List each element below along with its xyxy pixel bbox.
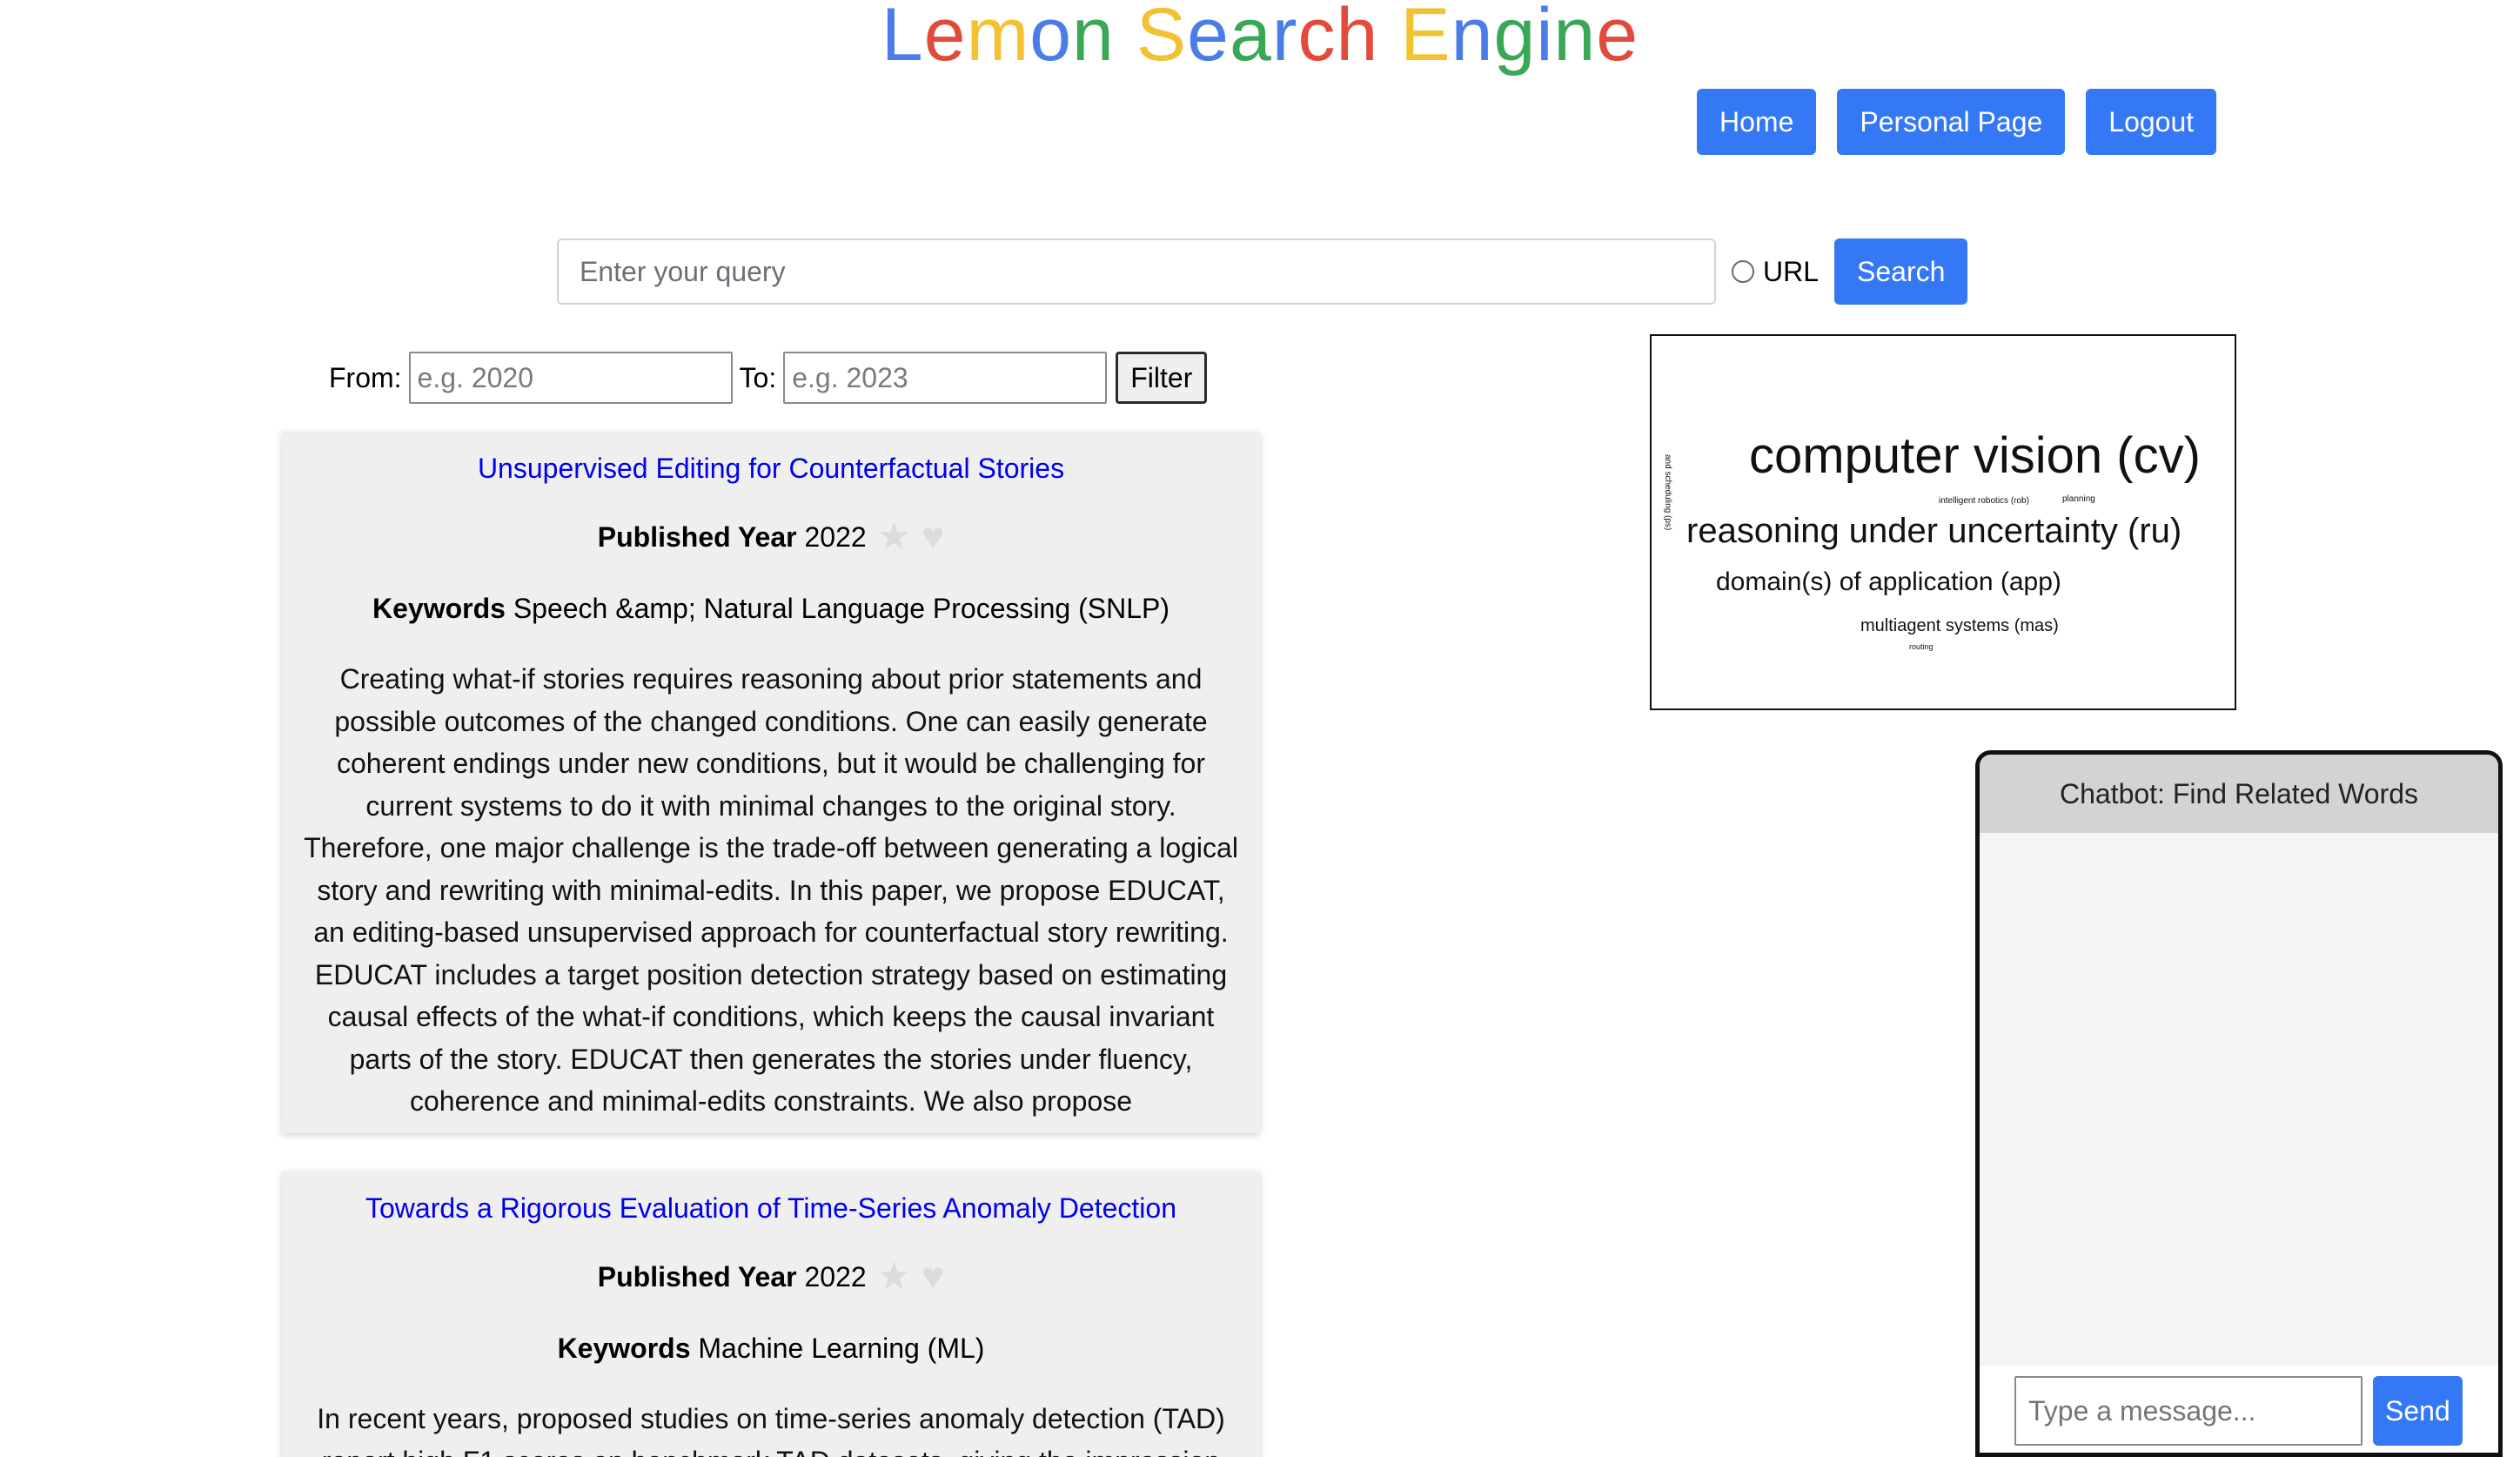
url-label: URL <box>1763 255 1820 287</box>
year-filter: From: To: Filter <box>329 352 1208 404</box>
word-cloud: computer vision (cv) reasoning under unc… <box>1650 334 2236 710</box>
logo-letter <box>1115 0 1136 77</box>
star-icon[interactable]: ★ <box>877 1258 911 1296</box>
heart-icon[interactable]: ♥ <box>922 518 944 556</box>
chat-messages <box>1980 833 2498 1366</box>
logo-letter: e <box>1596 0 1639 77</box>
search-input[interactable] <box>557 238 1716 305</box>
url-radio[interactable] <box>1732 260 1754 283</box>
heart-icon[interactable]: ♥ <box>922 1258 944 1296</box>
search-button[interactable]: Search <box>1834 238 1968 305</box>
published-year-row: Published Year 2022 ★ ♥ <box>301 518 1241 556</box>
result-title-link[interactable]: Towards a Rigorous Evaluation of Time-Se… <box>301 1192 1241 1225</box>
logo-letter: n <box>1072 0 1115 77</box>
word-cloud-term: and scheduling (ps) <box>1663 454 1672 531</box>
chatbot-panel: Chatbot: Find Related Words Send <box>1975 750 2503 1457</box>
star-icon[interactable]: ★ <box>877 518 911 556</box>
chat-input-bar: Send <box>1980 1366 2498 1453</box>
personal-page-button[interactable]: Personal Page <box>1837 89 2066 155</box>
published-year-label: Published Year <box>597 1260 797 1292</box>
abstract-text: Creating what-if stories requires reason… <box>304 663 1238 1117</box>
logo-letter <box>1378 0 1400 77</box>
word-cloud-term: intelligent robotics (rob) <box>1939 496 2029 506</box>
logo-letter: i <box>1536 0 1554 77</box>
page: Lemon Search Engine Home Personal Page L… <box>0 0 2520 1457</box>
chat-message-input[interactable] <box>2014 1376 2362 1446</box>
filter-button[interactable]: Filter <box>1116 352 1208 404</box>
from-year-input[interactable] <box>408 352 733 404</box>
url-option[interactable]: URL <box>1732 256 1819 288</box>
logout-button[interactable]: Logout <box>2086 89 2217 155</box>
send-button[interactable]: Send <box>2373 1376 2463 1446</box>
keywords-label: Keywords <box>557 1333 691 1364</box>
keywords-row: Keywords Machine Learning (ML) <box>301 1333 1241 1365</box>
logo-letter: c <box>1297 0 1337 77</box>
abstract-text: In recent years, proposed studies on tim… <box>317 1403 1225 1457</box>
published-year-row: Published Year 2022 ★ ♥ <box>301 1258 1241 1296</box>
logo-letter: n <box>1451 0 1494 77</box>
keywords-row: Keywords Speech &amp; Natural Language P… <box>301 593 1241 625</box>
site-logo: Lemon Search Engine <box>0 0 2520 78</box>
logo-letter: m <box>966 0 1030 77</box>
word-cloud-term: routing <box>1909 642 1934 651</box>
word-cloud-term: computer vision (cv) <box>1749 427 2201 484</box>
word-cloud-term: reasoning under uncertainty (ru) <box>1686 512 2182 550</box>
word-cloud-term: planning <box>2062 494 2095 504</box>
logo-letter: r <box>1271 0 1298 77</box>
logo-letter: h <box>1336 0 1379 77</box>
word-cloud-term: multiagent systems (mas) <box>1860 616 2059 635</box>
word-cloud-term: domain(s) of application (app) <box>1716 567 2061 596</box>
keywords-value: Speech &amp; Natural Language Processing… <box>513 593 1170 624</box>
published-year: 2022 <box>804 1260 867 1292</box>
chatbot-title: Chatbot: Find Related Words <box>1980 755 2498 833</box>
logo-letter: e <box>1187 0 1230 77</box>
published-year-label: Published Year <box>597 520 797 553</box>
to-label: To: <box>739 361 777 393</box>
home-button[interactable]: Home <box>1697 89 1817 155</box>
to-year-input[interactable] <box>783 352 1108 404</box>
result-card: Towards a Rigorous Evaluation of Time-Se… <box>282 1172 1260 1457</box>
logo-letter: L <box>881 0 924 77</box>
logo-letter: a <box>1230 0 1272 77</box>
from-label: From: <box>329 361 402 393</box>
logo-letter: o <box>1029 0 1073 77</box>
logo-letter: g <box>1493 0 1537 77</box>
result-title-link[interactable]: Unsupervised Editing for Counterfactual … <box>301 453 1241 485</box>
result-card: Unsupervised Editing for Counterfactual … <box>282 432 1260 1133</box>
search-bar: URL Search <box>557 238 1968 305</box>
keywords-label: Keywords <box>372 593 506 624</box>
logo-letter: S <box>1136 0 1188 77</box>
logo-letter: n <box>1553 0 1597 77</box>
top-nav: Home Personal Page Logout <box>1697 89 2217 155</box>
logo-letter: e <box>923 0 967 77</box>
keywords-value: Machine Learning (ML) <box>698 1333 985 1364</box>
published-year: 2022 <box>804 520 867 553</box>
logo-letter: E <box>1400 0 1451 77</box>
